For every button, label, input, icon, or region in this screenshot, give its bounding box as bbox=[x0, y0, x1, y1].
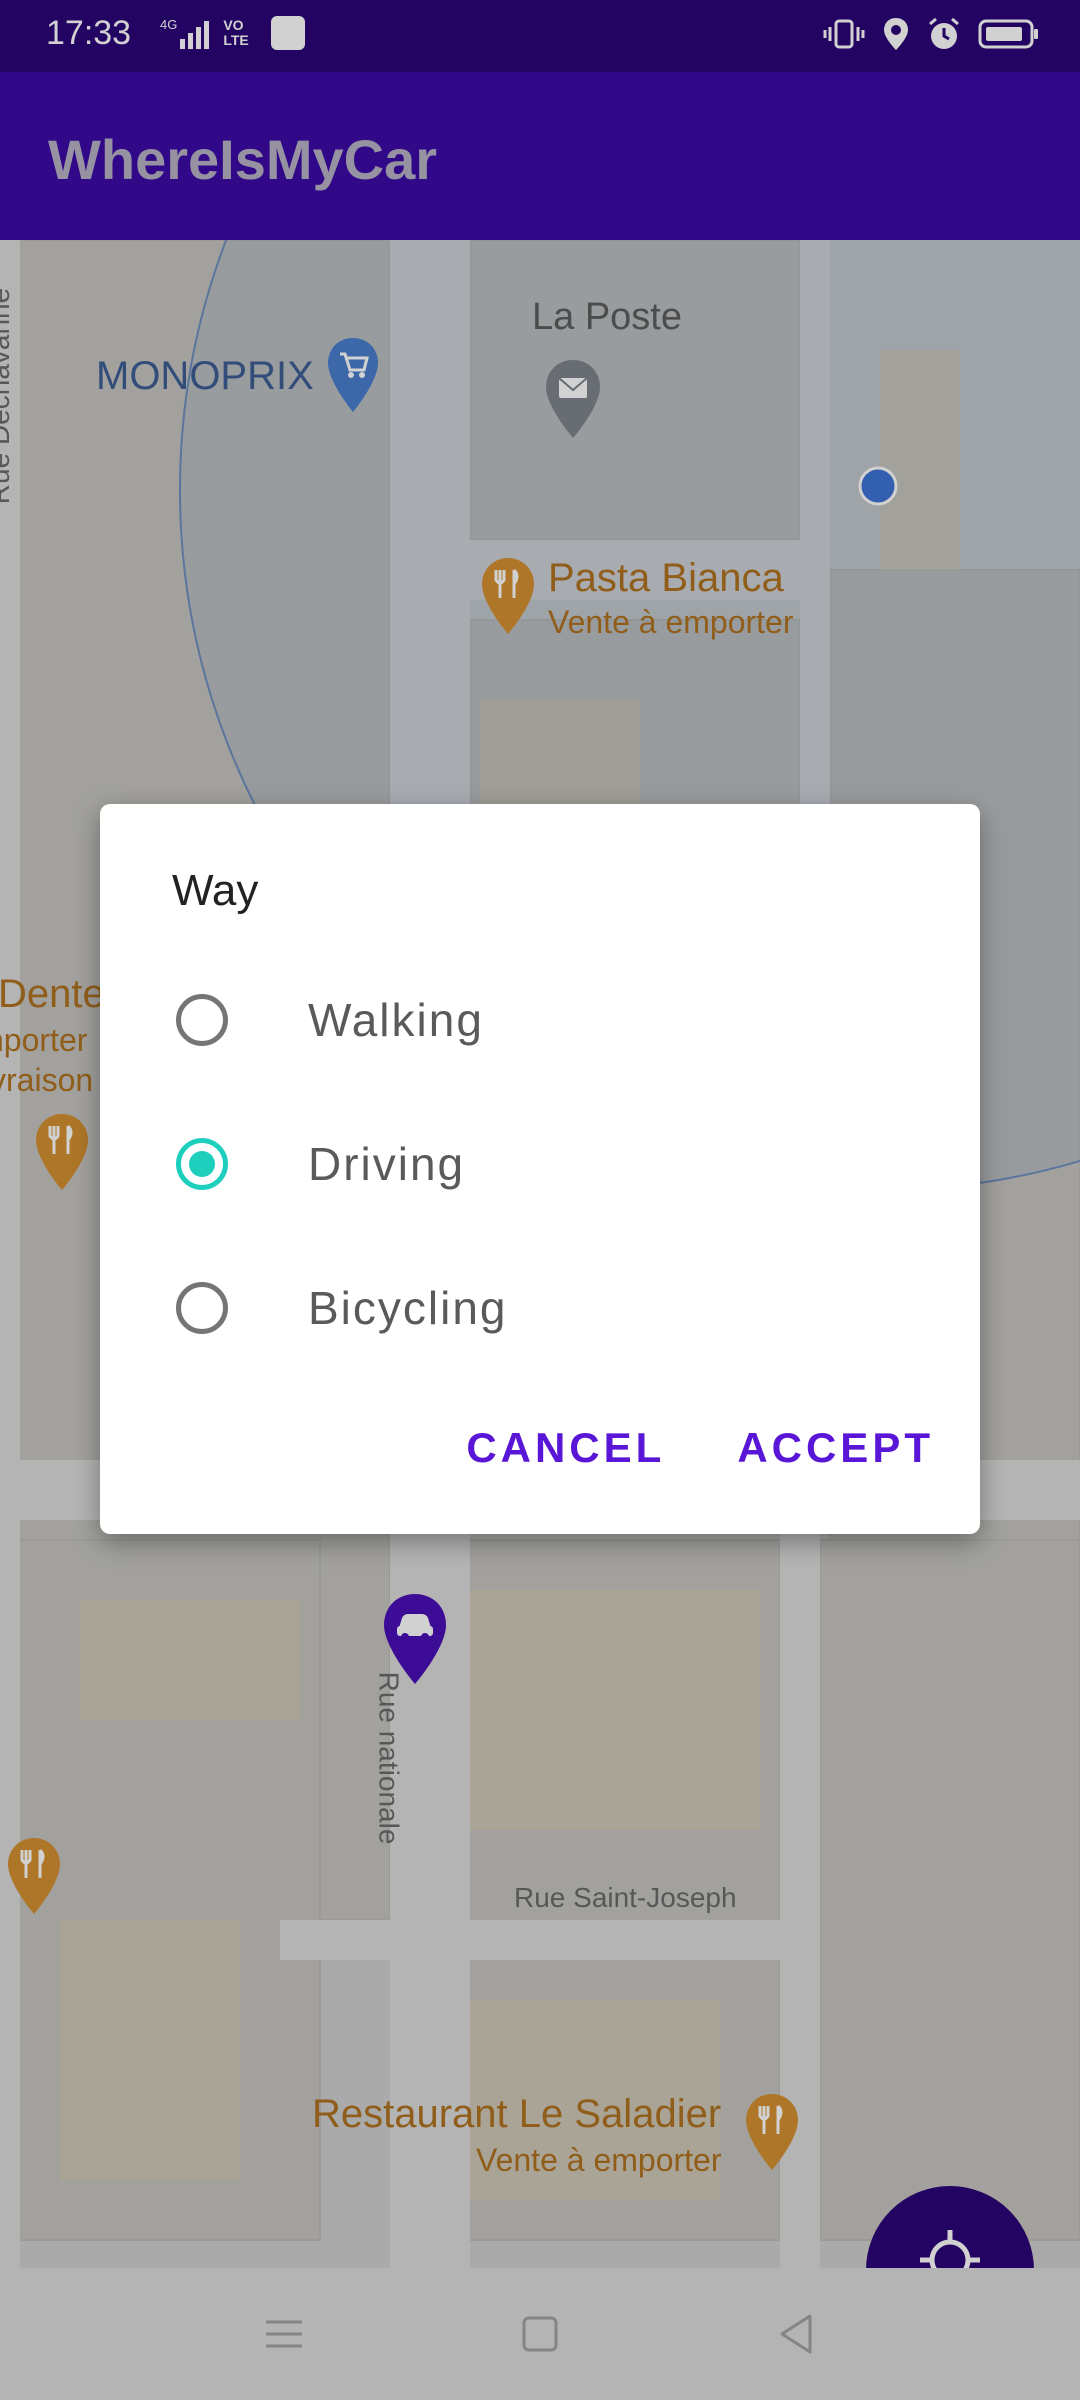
dialog-actions: CANCEL ACCEPT bbox=[466, 1424, 934, 1472]
way-dialog: Way Walking Driving Bicycling CANCEL ACC… bbox=[100, 804, 980, 1534]
radio-driving[interactable] bbox=[176, 1138, 228, 1190]
accept-button[interactable]: ACCEPT bbox=[737, 1424, 934, 1472]
option-bicycling[interactable]: Bicycling bbox=[172, 1248, 932, 1368]
option-walking[interactable]: Walking bbox=[172, 960, 932, 1080]
option-walking-label: Walking bbox=[308, 994, 484, 1046]
radio-bicycling[interactable] bbox=[176, 1282, 228, 1334]
cancel-button[interactable]: CANCEL bbox=[466, 1424, 665, 1472]
option-driving[interactable]: Driving bbox=[172, 1104, 932, 1224]
option-bicycling-label: Bicycling bbox=[308, 1282, 508, 1334]
radio-walking[interactable] bbox=[176, 994, 228, 1046]
option-driving-label: Driving bbox=[308, 1138, 466, 1190]
dialog-title: Way bbox=[172, 866, 259, 915]
